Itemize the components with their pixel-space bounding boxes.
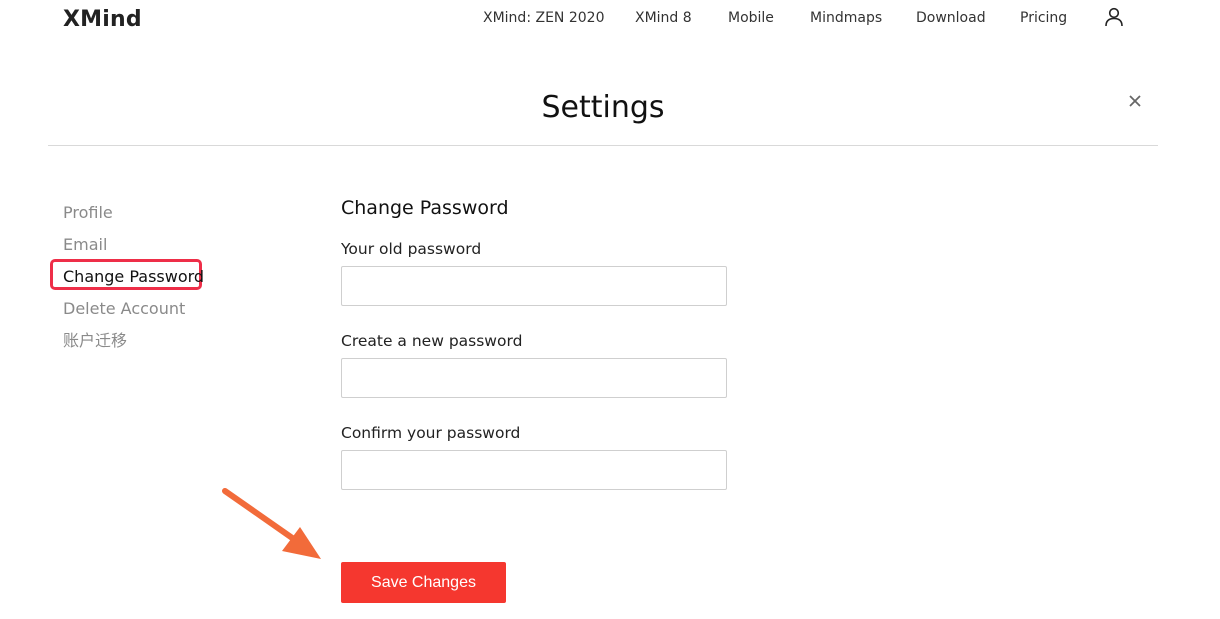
old-password-label: Your old password [341, 240, 482, 258]
sidebar-item-change-password[interactable]: Change Password [63, 267, 204, 287]
header-divider [48, 145, 1158, 146]
section-title: Change Password [341, 197, 509, 219]
sidebar-item-profile[interactable]: Profile [63, 203, 113, 223]
nav-mobile[interactable]: Mobile [728, 9, 774, 27]
new-password-input[interactable] [341, 358, 727, 398]
xmind-logo[interactable]: XMind [63, 6, 142, 34]
close-icon[interactable] [1126, 92, 1144, 110]
new-password-label: Create a new password [341, 332, 523, 350]
sidebar-item-email[interactable]: Email [63, 235, 107, 255]
arrow-icon [222, 488, 321, 559]
nav-pricing[interactable]: Pricing [1020, 9, 1067, 27]
nav-mindmaps[interactable]: Mindmaps [810, 9, 882, 27]
user-icon[interactable] [1103, 6, 1125, 28]
page-title: Settings [541, 90, 665, 125]
old-password-input[interactable] [341, 266, 727, 306]
sidebar-item-delete-account[interactable]: Delete Account [63, 299, 185, 319]
nav-download[interactable]: Download [916, 9, 986, 27]
nav-xmind-8[interactable]: XMind 8 [635, 9, 692, 27]
save-changes-button[interactable]: Save Changes [341, 562, 506, 603]
nav-xmind-zen-2020[interactable]: XMind: ZEN 2020 [483, 9, 604, 27]
confirm-password-input[interactable] [341, 450, 727, 490]
confirm-password-label: Confirm your password [341, 424, 521, 442]
sidebar-item-account-migration[interactable]: 账户迁移 [63, 331, 127, 351]
